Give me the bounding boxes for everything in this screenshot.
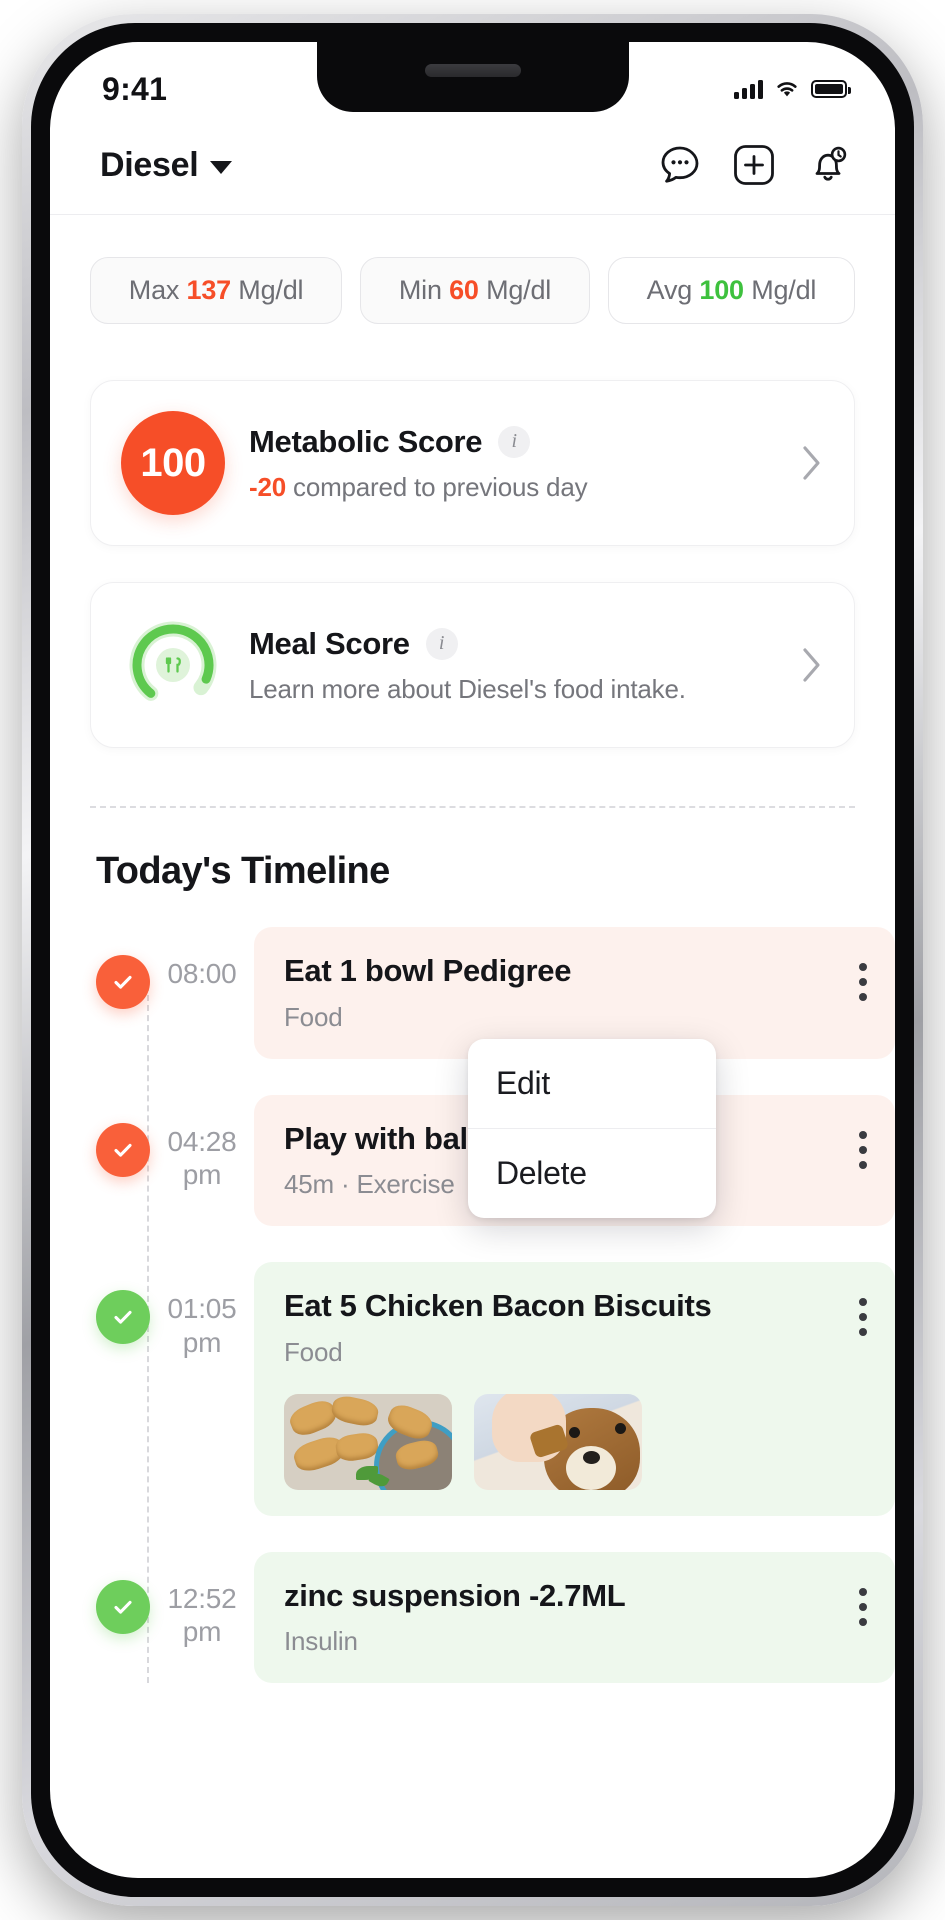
wifi-icon: [777, 82, 797, 97]
stat-value: 100: [699, 275, 744, 305]
timeline-entry-body: zinc suspension -2.7ML Insulin: [284, 1578, 847, 1658]
check-icon: [114, 1143, 132, 1157]
timeline-entry-meta: Food: [284, 1336, 343, 1367]
status-bar: 9:41: [50, 42, 895, 120]
stat-label: Max: [128, 275, 180, 305]
timeline-time-suffix: pm: [182, 1616, 222, 1648]
notification-bell-icon[interactable]: [805, 142, 851, 188]
stat-label: Min: [398, 275, 442, 305]
meal-score-card[interactable]: Meal Score i Learn more about Diesel's f…: [90, 582, 855, 748]
metabolic-title: Metabolic Score: [249, 423, 483, 459]
timeline-time-suffix: pm: [182, 1326, 222, 1358]
timeline-entry-card[interactable]: Eat 5 Chicken Bacon Biscuits Food: [254, 1262, 895, 1516]
timeline-entry-title: Eat 5 Chicken Bacon Biscuits: [284, 1288, 712, 1324]
stat-value: 137: [186, 275, 232, 305]
timeline-entry-body: Eat 5 Chicken Bacon Biscuits Food: [284, 1288, 847, 1490]
screenshot-stage: 9:41 Diesel Max 137 Mg/dl Min 60 Mg/dl A…: [0, 0, 945, 1920]
metabolic-delta-row: -20 compared to previous day: [249, 472, 774, 503]
meal-subtitle: Learn more about Diesel's food intake.: [249, 673, 686, 704]
pet-name-label: Diesel: [100, 145, 199, 184]
status-time: 9:41: [102, 70, 168, 107]
add-icon[interactable]: [731, 142, 777, 188]
info-icon[interactable]: i: [425, 627, 458, 660]
cellular-bars-icon: [734, 79, 763, 99]
dog-eating-biscuit-photo[interactable]: [474, 1393, 642, 1490]
timeline-item[interactable]: 01:05 pm Eat 5 Chicken Bacon Biscuits Fo…: [96, 1262, 895, 1516]
timeline-time: 12:52 pm: [150, 1582, 254, 1649]
timeline-time-value: 08:00: [167, 958, 237, 989]
timeline-time: 08:00: [150, 957, 254, 991]
meal-title: Meal Score: [249, 625, 410, 661]
stat-unit: Mg/dl: [751, 275, 817, 305]
app-scroll-area[interactable]: Diesel Max 137 Mg/dl Min 60 Mg/dl Avg 10…: [50, 120, 895, 1878]
timeline-entry-meta: Food: [284, 1001, 343, 1032]
chevron-right-icon[interactable]: [798, 645, 824, 685]
meal-title-row: Meal Score i: [249, 626, 774, 662]
stat-pill-max[interactable]: Max 137 Mg/dl: [90, 257, 343, 324]
stat-label: Avg: [646, 275, 693, 305]
metabolic-score-card[interactable]: 100 Metabolic Score i -20 compared to pr…: [90, 380, 855, 546]
menu-item-delete[interactable]: Delete: [468, 1128, 716, 1218]
chevron-down-icon: [210, 161, 233, 174]
timeline-status-dot[interactable]: [96, 955, 150, 1009]
menu-item-edit[interactable]: Edit: [468, 1039, 716, 1128]
status-indicators: [734, 79, 851, 99]
phone-frame: 9:41 Diesel Max 137 Mg/dl Min 60 Mg/dl A…: [22, 14, 923, 1906]
stat-unit: Mg/dl: [486, 275, 552, 305]
timeline-entry-title: Eat 1 bowl Pedigree: [284, 953, 572, 988]
more-options-icon[interactable]: [859, 1578, 869, 1626]
timeline-status-dot[interactable]: [96, 1579, 150, 1634]
timeline-status-dot[interactable]: [96, 1290, 150, 1345]
phone-bezel: 9:41 Diesel Max 137 Mg/dl Min 60 Mg/dl A…: [31, 23, 914, 1897]
timeline-heading: Today's Timeline: [96, 850, 390, 892]
chat-icon[interactable]: [657, 142, 703, 188]
header-actions: [657, 142, 851, 188]
timeline-time-value: 04:28: [167, 1125, 237, 1157]
chevron-right-icon[interactable]: [798, 443, 824, 483]
timeline-time: 04:28 pm: [150, 1125, 254, 1192]
timeline-entry-thumbnails: [284, 1393, 847, 1490]
check-icon: [114, 1600, 132, 1614]
glucose-stats-row: Max 137 Mg/dl Min 60 Mg/dl Avg 100 Mg/dl: [50, 215, 895, 324]
info-icon[interactable]: i: [498, 425, 531, 458]
timeline-entry-body: Eat 1 bowl Pedigree Food: [284, 953, 847, 1033]
app-header: Diesel: [50, 120, 895, 214]
timeline-entry-card[interactable]: zinc suspension -2.7ML Insulin: [254, 1551, 895, 1684]
check-icon: [114, 1311, 132, 1324]
stat-value: 60: [449, 275, 479, 305]
meal-card-body: Meal Score i Learn more about Diesel's f…: [249, 626, 774, 705]
stat-pill-avg[interactable]: Avg 100 Mg/dl: [607, 257, 856, 324]
meal-score-gauge: [121, 613, 225, 717]
check-icon: [114, 975, 132, 989]
metabolic-delta-text: compared to previous day: [293, 471, 588, 502]
metabolic-delta-value: -20: [249, 471, 286, 502]
stat-pill-min[interactable]: Min 60 Mg/dl: [360, 257, 590, 324]
timeline-time-suffix: pm: [182, 1159, 222, 1191]
timeline-time: 01:05 pm: [150, 1292, 254, 1359]
timeline-list: 08:00 Eat 1 bowl Pedigree Food 04:28 pm …: [50, 927, 895, 1684]
timeline-entry-meta: Insulin: [284, 1626, 358, 1657]
stat-unit: Mg/dl: [238, 275, 304, 305]
entry-context-menu[interactable]: Edit Delete: [468, 1039, 716, 1218]
pet-selector[interactable]: Diesel: [100, 145, 233, 185]
timeline-item[interactable]: 12:52 pm zinc suspension -2.7ML Insulin: [96, 1551, 895, 1684]
metabolic-score-value: 100: [121, 411, 225, 515]
battery-full-icon: [811, 80, 851, 98]
more-options-icon[interactable]: [859, 953, 869, 1001]
more-options-icon[interactable]: [859, 1288, 869, 1337]
timeline-time-value: 01:05: [167, 1293, 237, 1325]
timeline-time-value: 12:52: [167, 1582, 237, 1614]
timeline-entry-title: zinc suspension -2.7ML: [284, 1577, 626, 1613]
more-options-icon[interactable]: [859, 1121, 869, 1169]
timeline-status-dot[interactable]: [96, 1122, 150, 1177]
phone-screen: 9:41 Diesel Max 137 Mg/dl Min 60 Mg/dl A…: [50, 42, 895, 1878]
metabolic-card-body: Metabolic Score i -20 compared to previo…: [249, 424, 774, 503]
biscuits-photo[interactable]: [284, 1393, 452, 1490]
metabolic-title-row: Metabolic Score i: [249, 424, 774, 460]
